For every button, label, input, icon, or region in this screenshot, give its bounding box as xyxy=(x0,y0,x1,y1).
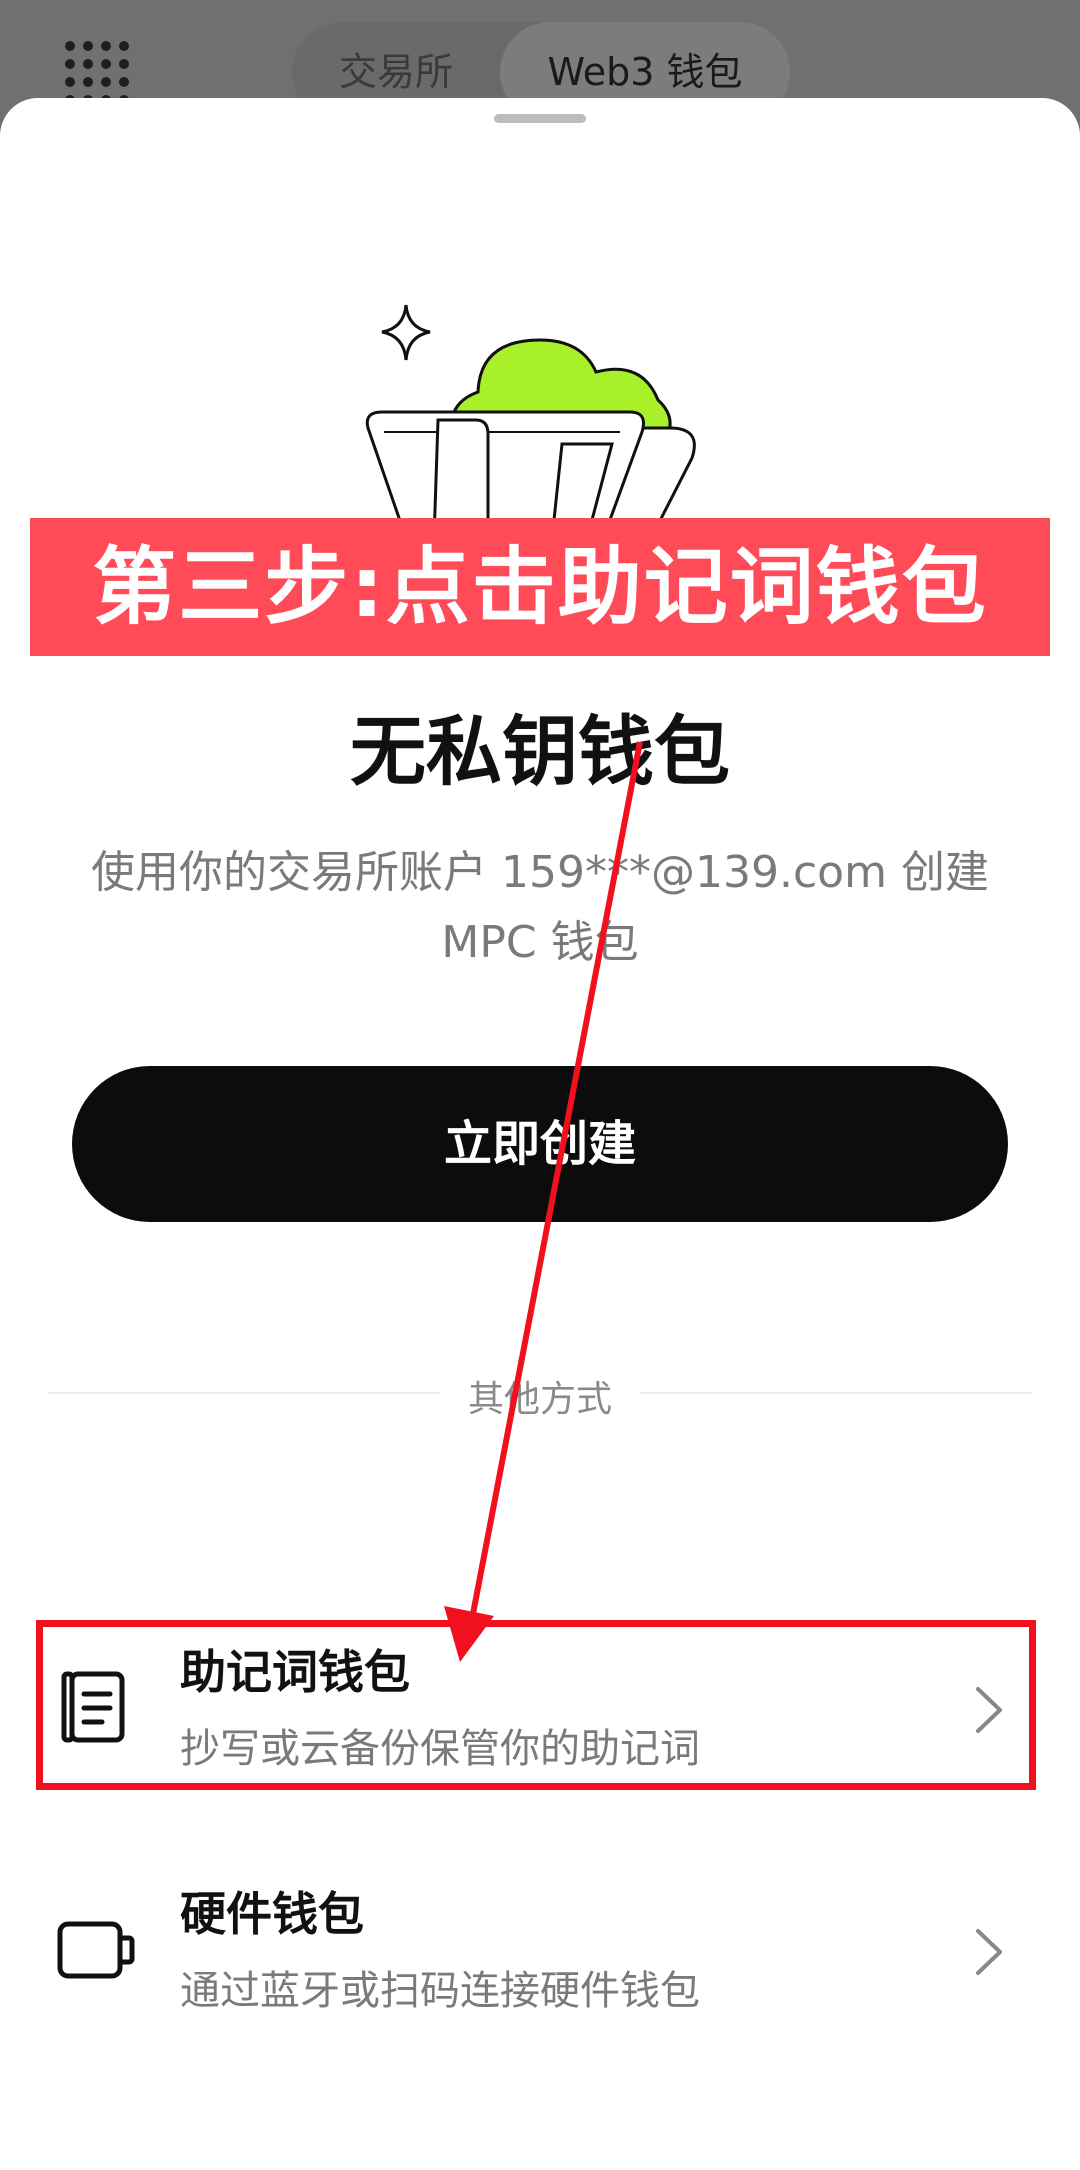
option-title: 助记词钱包 xyxy=(180,1645,410,1699)
drag-handle[interactable] xyxy=(494,114,586,123)
divider-right xyxy=(640,1392,1032,1394)
account-description: 使用你的交易所账户 159***@139.com 创建 MPC 钱包 xyxy=(70,838,1010,978)
description-line-2: MPC 钱包 xyxy=(441,917,639,968)
top-bar: 交易所 Web3 钱包 xyxy=(0,0,1080,122)
sparkle-icon xyxy=(381,304,431,361)
chevron-right-icon xyxy=(976,1929,1002,1975)
option-title: 硬件钱包 xyxy=(180,1887,364,1941)
hardware-device-icon xyxy=(57,1921,135,1979)
instruction-banner: 第三步:点击助记词钱包 xyxy=(30,518,1050,656)
chevron-right-icon xyxy=(976,1687,1002,1733)
option-subtitle: 通过蓝牙或扫码连接硬件钱包 xyxy=(180,1968,700,2014)
other-methods-label: 其他方式 xyxy=(467,1379,612,1420)
option-subtitle: 抄写或云备份保管你的助记词 xyxy=(180,1726,700,1772)
description-line-1: 使用你的交易所账户 159***@139.com 创建 xyxy=(91,847,989,898)
seed-phrase-wallet-option[interactable]: 助记词钱包 抄写或云备份保管你的助记词 xyxy=(36,1628,1036,1788)
divider-left xyxy=(48,1392,440,1394)
notebook-icon xyxy=(61,1671,125,1743)
hardware-wallet-option[interactable]: 硬件钱包 通过蓝牙或扫码连接硬件钱包 xyxy=(36,1870,1036,2030)
page-title: 无私钥钱包 xyxy=(350,707,730,796)
create-now-button[interactable]: 立即创建 xyxy=(72,1066,1008,1222)
